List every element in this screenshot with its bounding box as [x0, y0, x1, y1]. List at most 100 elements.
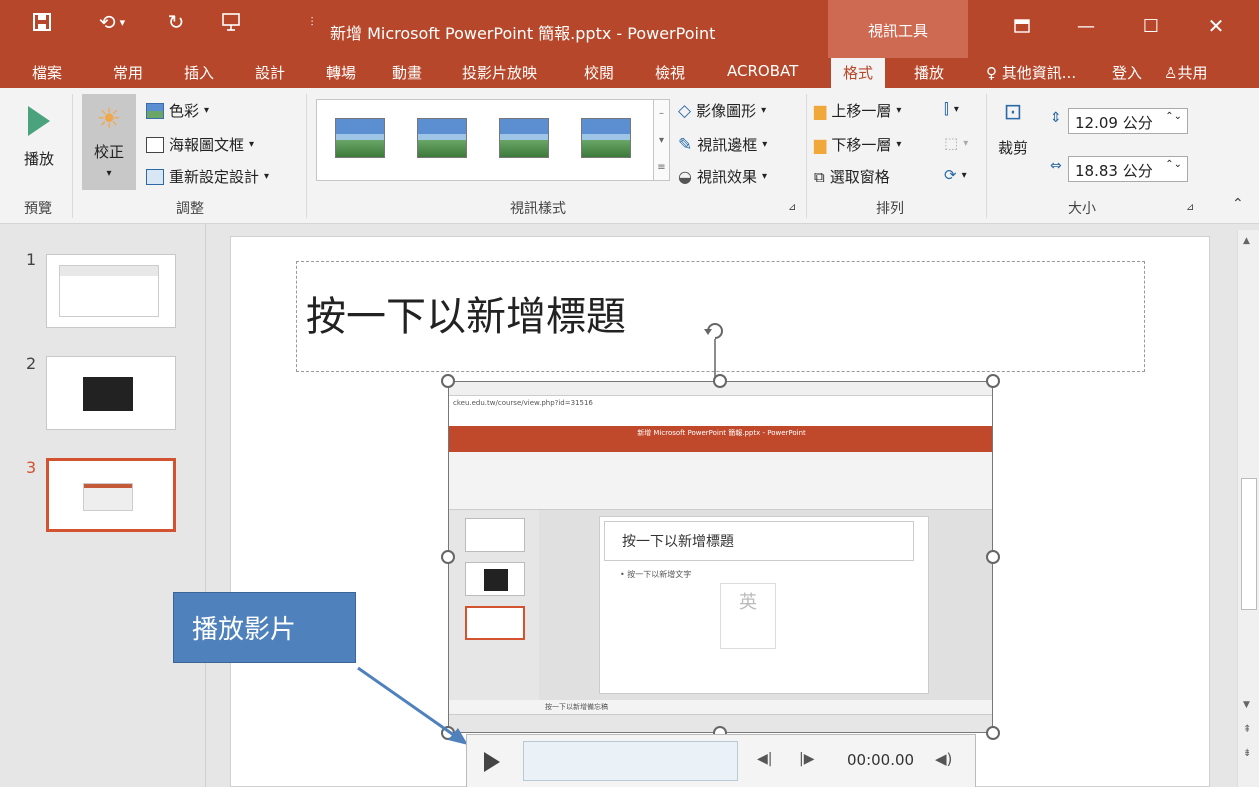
- resize-handle[interactable]: [986, 550, 1000, 564]
- close-icon[interactable]: ✕: [1196, 6, 1236, 46]
- embedded-bullet: • 按一下以新增文字: [620, 570, 692, 579]
- height-value: 12.09 公分: [1075, 114, 1153, 132]
- resize-handle[interactable]: [713, 374, 727, 388]
- chevron-down-icon: ▾: [762, 139, 768, 150]
- gallery-scroll[interactable]: – ▾ ≡: [654, 99, 670, 181]
- video-style-thumb[interactable]: [417, 118, 467, 158]
- play-video-callout[interactable]: 播放影片: [173, 592, 356, 663]
- group-adjust: 調整: [176, 201, 204, 217]
- step-back-icon[interactable]: ◀|: [757, 751, 772, 767]
- separator: [806, 94, 807, 218]
- slide-thumbnail-1[interactable]: [46, 254, 176, 328]
- collapse-ribbon-icon[interactable]: ⌃: [1232, 196, 1244, 212]
- video-border-button[interactable]: ✎ 視訊邊框 ▾: [678, 134, 767, 155]
- tell-me[interactable]: ♀ 其他資訊...: [986, 62, 1076, 83]
- tab-acrobat[interactable]: ACROBAT: [727, 62, 798, 80]
- color-button[interactable]: 色彩 ▾: [146, 100, 209, 121]
- slide-title[interactable]: 按一下以新增標題: [306, 284, 626, 342]
- tell-me-label: 其他資訊...: [1001, 64, 1077, 82]
- bring-forward-button[interactable]: ▆ 上移一層 ▾: [814, 100, 901, 121]
- tab-format[interactable]: 格式: [831, 58, 886, 88]
- selection-pane-label: 選取窗格: [829, 168, 890, 186]
- chevron-down-icon: ▾: [953, 103, 959, 115]
- scrollbar-thumb[interactable]: [1241, 478, 1257, 610]
- corrections-button[interactable]: ☀ 校正 ▾: [82, 94, 136, 190]
- crop-button[interactable]: ⊡ 裁剪: [998, 100, 1028, 158]
- tab-file[interactable]: 檔案: [32, 62, 62, 83]
- slide-thumbnail-2[interactable]: [46, 356, 176, 430]
- scroll-down-icon[interactable]: ▼: [1243, 700, 1250, 710]
- tab-slideshow[interactable]: 投影片放映: [462, 62, 537, 83]
- play-button[interactable]: 播放: [24, 104, 54, 169]
- tab-insert[interactable]: 插入: [184, 62, 214, 83]
- video-style-thumb[interactable]: [499, 118, 549, 158]
- tab-animations[interactable]: 動畫: [392, 62, 422, 83]
- selection-pane-button[interactable]: ⧉ 選取窗格: [814, 166, 890, 187]
- embedded-ribbon: [449, 452, 992, 510]
- vertical-scrollbar[interactable]: ▲ ▼ ⇞ ⇟: [1237, 230, 1259, 787]
- spinner-arrows-icon[interactable]: ⌃⌄: [1165, 111, 1182, 122]
- redo-icon[interactable]: ↻: [164, 10, 188, 34]
- save-icon[interactable]: [30, 10, 54, 34]
- scroll-up-icon[interactable]: –: [654, 100, 669, 127]
- gallery-more-icon[interactable]: ≡: [654, 154, 669, 181]
- timeline-bar[interactable]: [523, 741, 738, 781]
- tab-design[interactable]: 設計: [255, 62, 285, 83]
- step-forward-icon[interactable]: |▶: [799, 751, 814, 767]
- video-effects-button[interactable]: ◒ 視訊效果 ▾: [678, 166, 767, 187]
- next-slide-icon[interactable]: ⇟: [1243, 748, 1251, 759]
- volume-icon[interactable]: ◀): [935, 750, 952, 768]
- resize-handle[interactable]: [441, 550, 455, 564]
- ribbon-tabs: 檔案 常用 插入 設計 轉場 動畫 投影片放映 校閱 檢視 ACROBAT 格式…: [0, 58, 1259, 88]
- share-button[interactable]: ♙共用: [1164, 62, 1207, 83]
- rotate-button[interactable]: ⟳ ▾: [944, 166, 967, 184]
- previous-slide-icon[interactable]: ⇞: [1243, 724, 1251, 735]
- width-icon: ⇔: [1050, 158, 1062, 174]
- tab-home[interactable]: 常用: [113, 62, 143, 83]
- align-icon: ⫿: [944, 100, 949, 118]
- video-styles-gallery[interactable]: [316, 99, 654, 181]
- dialog-launcher-icon[interactable]: ⊿: [788, 202, 796, 213]
- scroll-down-icon[interactable]: ▾: [654, 127, 669, 154]
- tab-playback[interactable]: 播放: [914, 62, 944, 83]
- undo-icon[interactable]: ⟲ ▾: [92, 10, 132, 34]
- separator: [986, 94, 987, 218]
- resize-handle[interactable]: [986, 726, 1000, 740]
- resize-handle[interactable]: [986, 374, 1000, 388]
- group-arrange: 排列: [876, 201, 904, 217]
- sign-in-link[interactable]: 登入: [1112, 62, 1142, 83]
- reset-label: 重新設定設計: [169, 168, 260, 186]
- align-button[interactable]: ⫿ ▾: [944, 100, 959, 118]
- resize-handle[interactable]: [441, 374, 455, 388]
- ribbon-display-icon[interactable]: [1002, 6, 1042, 46]
- video-frame[interactable]: ckeu.edu.tw/course/view.php?id=31516 新增 …: [448, 381, 993, 733]
- video-style-thumb[interactable]: [335, 118, 385, 158]
- scroll-up-icon[interactable]: ▲: [1243, 236, 1250, 246]
- video-style-thumb[interactable]: [581, 118, 631, 158]
- maximize-icon[interactable]: ☐: [1131, 6, 1171, 46]
- tab-transitions[interactable]: 轉場: [326, 62, 356, 83]
- video-shape-button[interactable]: ◇ 影像圖形 ▾: [678, 100, 766, 121]
- present-icon[interactable]: [218, 10, 244, 34]
- group-objects-icon: ⬚: [944, 134, 959, 152]
- title-bar: ⟲ ▾ ↻ ⫶ 新增 Microsoft PowerPoint 簡報.pptx …: [0, 0, 1259, 58]
- callout-arrow-icon: [357, 666, 468, 745]
- reset-design-button[interactable]: 重新設定設計 ▾: [146, 166, 269, 187]
- play-icon[interactable]: [483, 751, 501, 773]
- dialog-launcher-icon[interactable]: ⊿: [1186, 202, 1194, 213]
- corrections-label: 校正: [93, 143, 124, 161]
- customize-qat-icon[interactable]: ⫶: [304, 10, 320, 34]
- group-objects-button[interactable]: ⬚ ▾: [944, 134, 968, 152]
- send-backward-button[interactable]: ▆ 下移一層 ▾: [814, 134, 901, 155]
- height-spinner[interactable]: 12.09 公分 ⌃⌄: [1068, 108, 1188, 134]
- poster-frame-button[interactable]: 海報圖文框 ▾: [146, 134, 254, 155]
- minimize-icon[interactable]: —: [1066, 6, 1106, 46]
- chevron-down-icon: ▾: [761, 171, 768, 182]
- powerpoint-window: ⟲ ▾ ↻ ⫶ 新增 Microsoft PowerPoint 簡報.pptx …: [0, 0, 1259, 787]
- spinner-arrows-icon[interactable]: ⌃⌄: [1165, 159, 1182, 170]
- slide-thumbnail-3[interactable]: [46, 458, 176, 532]
- width-spinner[interactable]: 18.83 公分 ⌃⌄: [1068, 156, 1188, 182]
- group-video-styles: 視訊樣式: [510, 201, 566, 217]
- tab-review[interactable]: 校閱: [584, 62, 614, 83]
- tab-view[interactable]: 檢視: [655, 62, 685, 83]
